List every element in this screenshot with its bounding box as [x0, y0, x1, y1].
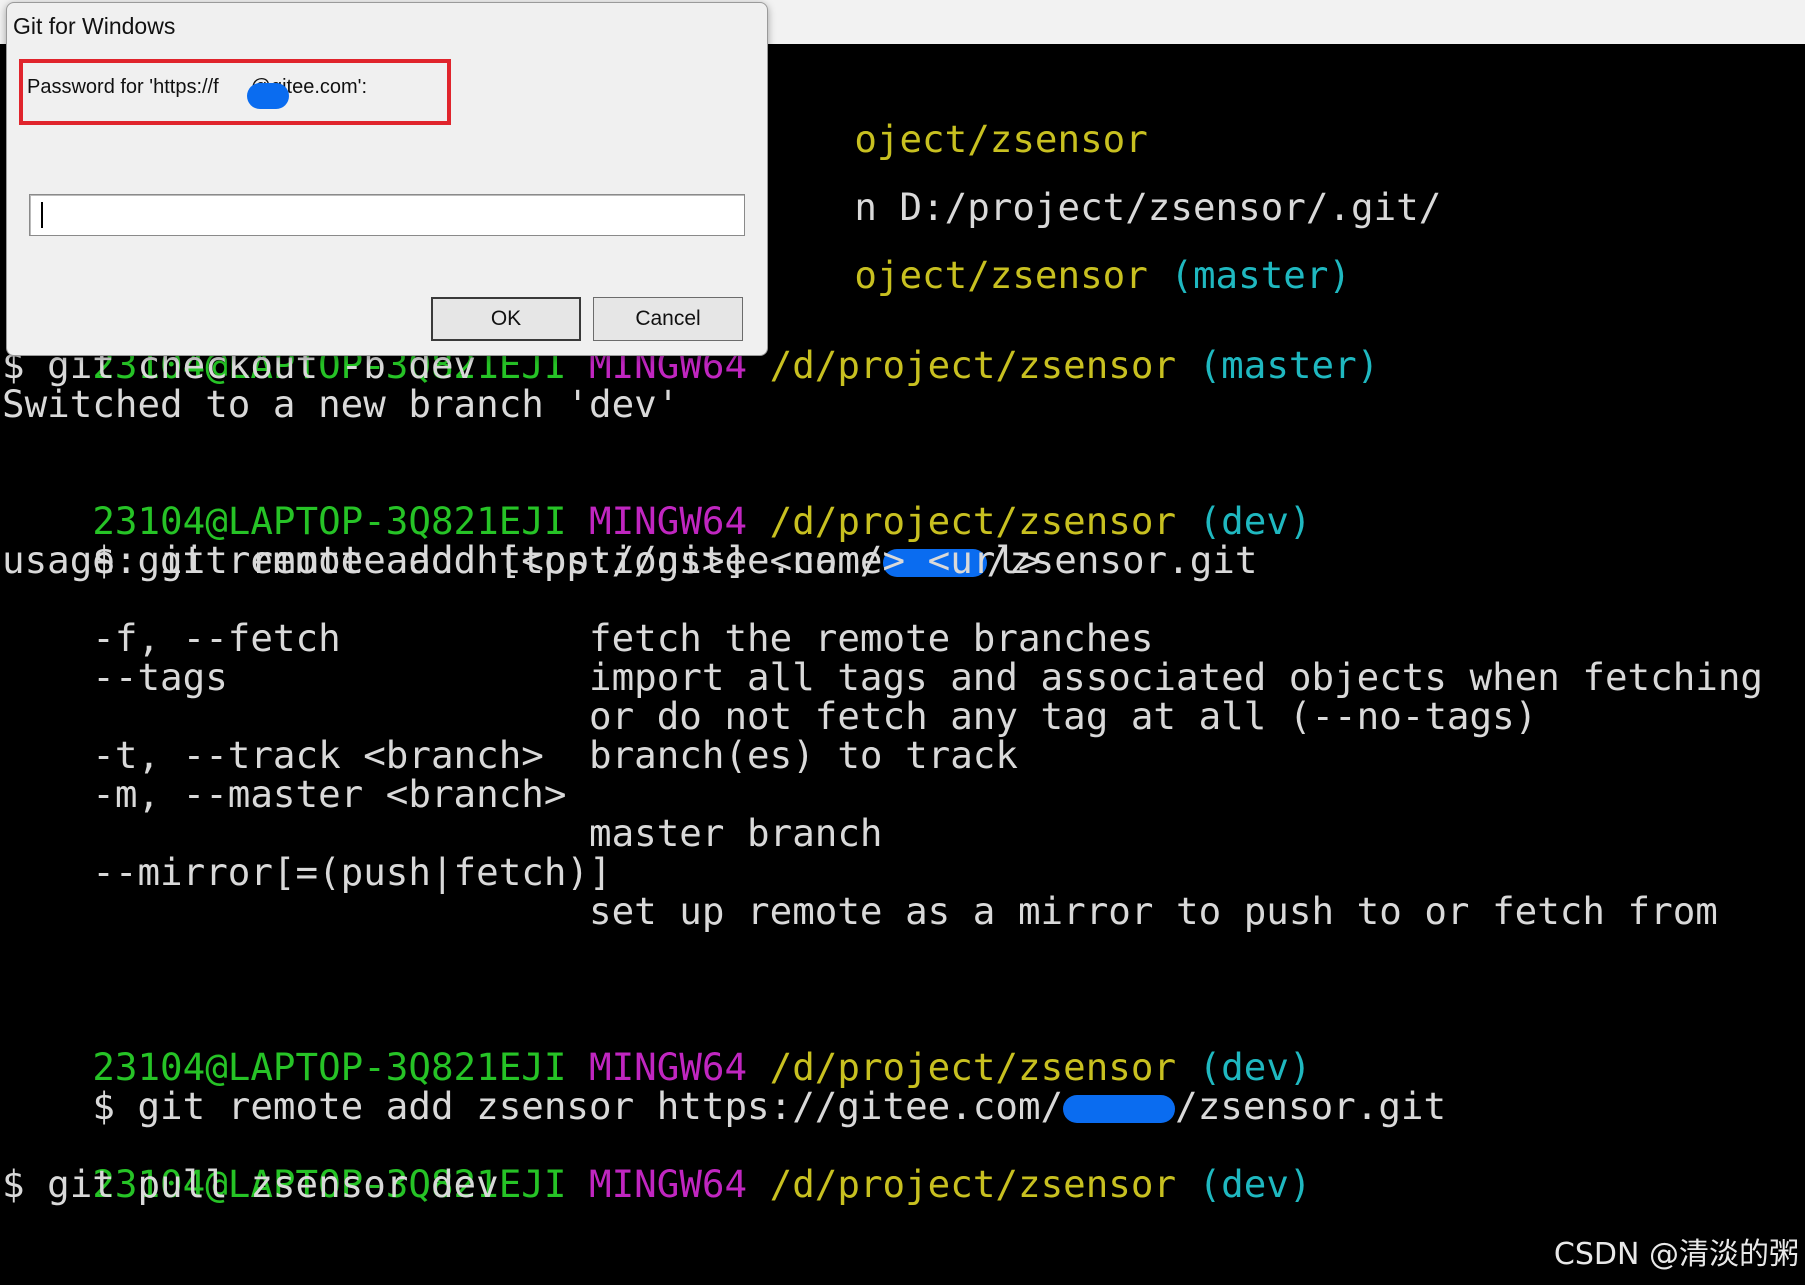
output-line: set up remote as a mirror to push to or … [2, 889, 1718, 933]
password-input[interactable] [29, 194, 745, 236]
prompt-line: 23104@LAPTOP-3Q821EJI MINGW64 /d/project… [2, 463, 1311, 541]
output-line: master branch [2, 811, 883, 855]
output-line: usage: git remote add [<options>] <name>… [2, 538, 1041, 582]
output-line: or do not fetch any tag at all (--no-tag… [2, 694, 1538, 738]
prompt-line: 23104@LAPTOP-3Q821EJI MINGW64 /d/project… [2, 1009, 1311, 1087]
command-prefix: $ git remote add zsensor https://gitee.c… [92, 1084, 1064, 1128]
terminal-line: oject/zsensor (master) [764, 217, 1351, 295]
prompt-env: MINGW64 [589, 1162, 748, 1206]
prompt-prefix: Password for 'https://f [27, 76, 219, 98]
password-prompt-label: Password for 'https://f @gitee.com': [27, 76, 367, 99]
redaction-mark [247, 83, 289, 109]
dialog-title: Git for Windows [13, 13, 176, 39]
prompt-path: /d/project/zsensor [769, 343, 1177, 387]
output-line: --tags import all tags and associated ob… [2, 655, 1763, 699]
output-line: -t, --track <branch> branch(es) to track [2, 733, 1018, 777]
output-line: --mirror[=(push|fetch)] [2, 850, 612, 894]
redaction-mark [1063, 1094, 1176, 1123]
command-line: $ git remote add zsensor https://gitee.c… [2, 1048, 1446, 1126]
text-caret [41, 202, 43, 228]
password-dialog[interactable]: Git for Windows Password for 'https://f @… [6, 2, 768, 356]
terminal-line: oject/zsensor [764, 81, 1148, 159]
output-line: -f, --fetch fetch the remote branches [2, 616, 1154, 660]
output-line: -m, --master <branch> [2, 772, 567, 816]
prompt-branch: (dev) [1198, 1162, 1312, 1206]
command-suffix: /zsensor.git [1175, 1084, 1447, 1128]
prompt-line: 23104@LAPTOP-3Q821EJI MINGW64 /d/project… [2, 1126, 1311, 1204]
prompt-path-fragment: oject/zsensor [854, 253, 1148, 297]
prompt-branch: (master) [1198, 343, 1380, 387]
watermark: CSDN @清淡的粥 [1553, 1237, 1799, 1272]
ok-button[interactable]: OK [431, 297, 581, 341]
command-line: $ git remote add https://gitee.com//zsen… [2, 502, 1257, 580]
prompt-branch: (master) [1170, 253, 1352, 297]
prompt-path: /d/project/zsensor [769, 1162, 1177, 1206]
terminal-line: n D:/project/zsensor/.git/ [764, 149, 1441, 227]
output-line: Switched to a new branch 'dev' [2, 382, 680, 426]
cancel-button[interactable]: Cancel [593, 297, 743, 341]
command-line: $ git pull zsensor dev [2, 1162, 499, 1206]
